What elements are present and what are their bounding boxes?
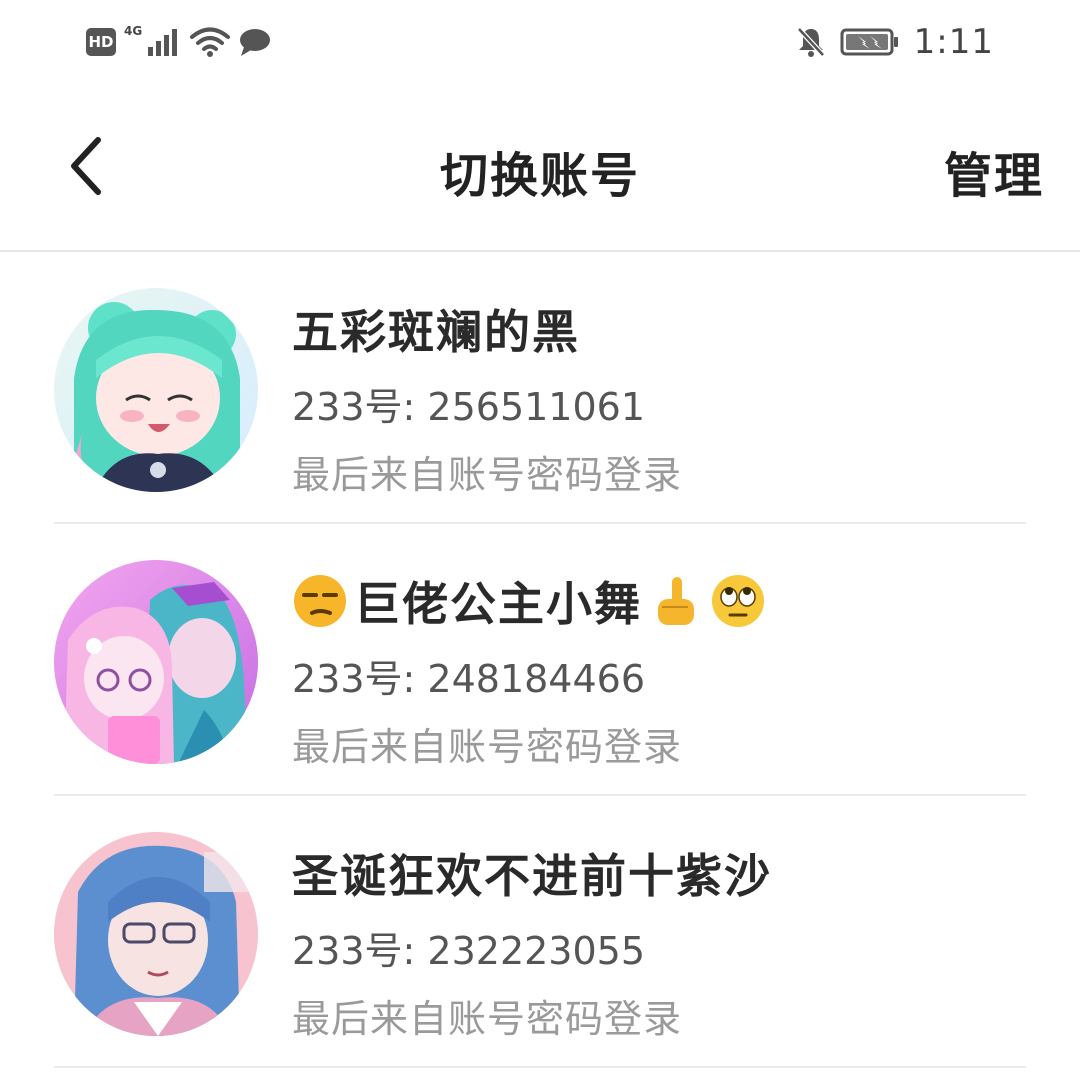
- divider: [54, 1066, 1026, 1068]
- app-header: 切换账号 管理: [0, 84, 1080, 252]
- account-name-text: 圣诞狂欢不进前十紫沙: [292, 849, 772, 903]
- avatar: [54, 832, 258, 1036]
- login-method: 最后来自账号密码登录: [292, 453, 683, 497]
- account-item[interactable]: 圣诞狂欢不进前十紫沙 233号: 232223055 最后来自账号密码登录: [0, 796, 1080, 1068]
- wifi-icon: [190, 27, 231, 57]
- account-name-text: 五彩斑斓的黑: [292, 305, 580, 359]
- message-icon: [240, 29, 271, 56]
- account-name: 巨佬公主小舞: [292, 568, 766, 634]
- account-name-text: 巨佬公主小舞: [354, 577, 642, 631]
- hd-icon: HD: [86, 28, 116, 56]
- avatar: [54, 288, 258, 492]
- status-bar: HD 4G 1:11: [0, 0, 1080, 84]
- account-item[interactable]: 巨佬公主小舞 233号: 248184466 最后来自账号密码登录: [0, 524, 1080, 796]
- status-right: 1:11: [796, 20, 994, 64]
- login-method: 最后来自账号密码登录: [292, 997, 683, 1041]
- manage-button[interactable]: 管理: [944, 136, 1044, 206]
- avatar: [54, 560, 258, 764]
- account-item[interactable]: 五彩斑斓的黑 233号: 256511061 最后来自账号密码登录: [0, 252, 1080, 524]
- network-type-label: 4G: [124, 24, 143, 38]
- account-uid: 233号: 256511061: [292, 385, 646, 429]
- page-title: 切换账号: [439, 148, 640, 204]
- account-name: 圣诞狂欢不进前十紫沙: [292, 840, 772, 906]
- account-uid: 233号: 232223055: [292, 929, 646, 973]
- status-left: HD 4G: [86, 22, 272, 62]
- clock: 1:11: [913, 22, 994, 62]
- pointing-up-emoji: [658, 577, 694, 625]
- account-list: 五彩斑斓的黑 233号: 256511061 最后来自账号密码登录 巨佬公主小舞…: [0, 252, 1080, 1068]
- bell-muted-icon: [796, 27, 825, 57]
- unamused-face-emoji: [294, 575, 346, 627]
- login-method: 最后来自账号密码登录: [292, 725, 683, 769]
- account-name: 五彩斑斓的黑: [292, 296, 580, 362]
- rolling-eyes-emoji: [712, 575, 764, 627]
- battery-charging-icon: [840, 28, 898, 56]
- signal-icon: [148, 29, 178, 56]
- account-uid: 233号: 248184466: [292, 657, 646, 701]
